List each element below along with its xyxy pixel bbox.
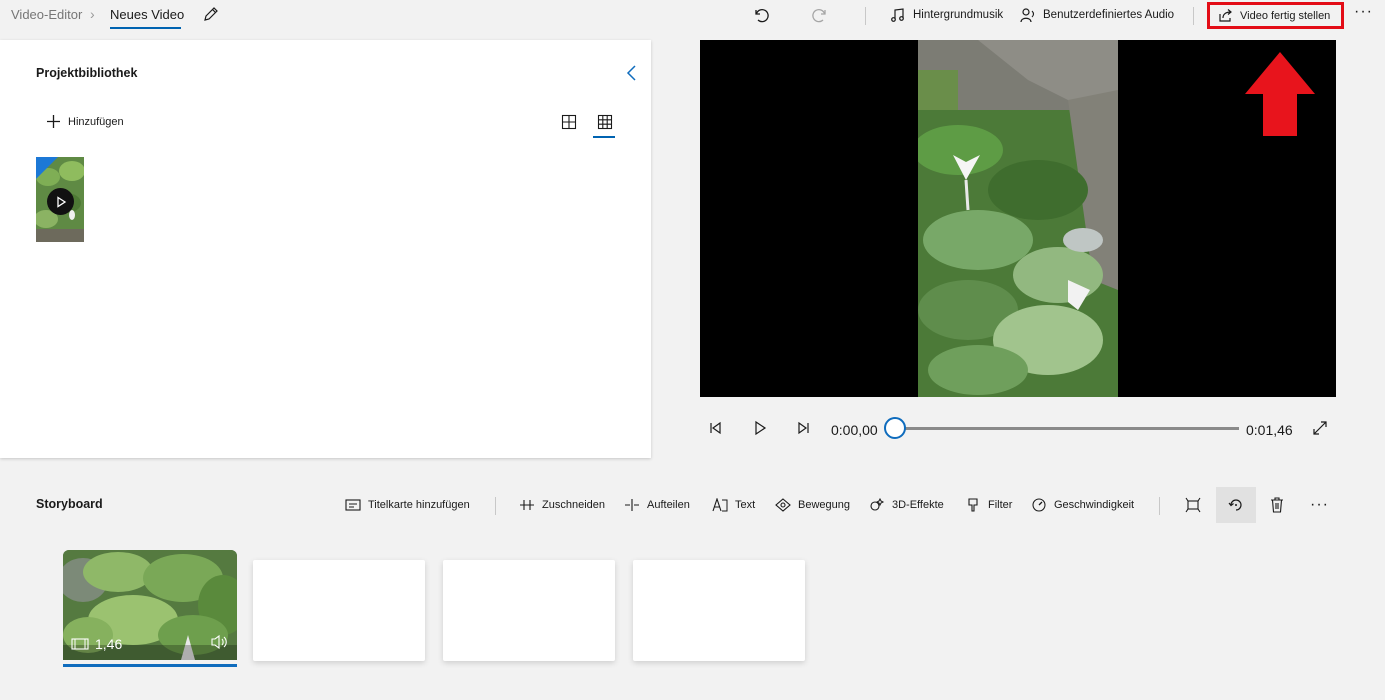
storyboard-more-button[interactable]: ··· xyxy=(1310,496,1329,514)
share-icon xyxy=(1219,9,1232,22)
video-frame-image xyxy=(918,40,1118,397)
undo-icon[interactable] xyxy=(751,6,769,24)
breadcrumb-separator: › xyxy=(90,6,95,22)
large-grid-icon[interactable] xyxy=(561,114,577,130)
current-time: 0:00,00 xyxy=(831,422,878,438)
text-label: Text xyxy=(735,499,756,511)
small-grid-icon[interactable] xyxy=(597,114,613,130)
storyboard-divider xyxy=(1159,497,1160,515)
video-frame xyxy=(918,40,1118,397)
3d-effects-button[interactable]: 3D-Effekte xyxy=(869,497,944,513)
motion-label: Bewegung xyxy=(798,499,850,511)
split-button[interactable]: Aufteilen xyxy=(624,497,690,513)
redo-icon[interactable] xyxy=(812,6,830,24)
filter-label: Filter xyxy=(988,499,1013,511)
person-audio-icon xyxy=(1020,8,1035,23)
breadcrumb-current[interactable]: Neues Video xyxy=(110,7,184,22)
clip-duration-text: 1,46 xyxy=(95,636,123,652)
added-corner-marker xyxy=(36,157,58,179)
trim-button[interactable]: Zuschneiden xyxy=(519,497,605,513)
play-icon[interactable] xyxy=(752,420,768,436)
speed-icon xyxy=(1032,498,1046,512)
total-time: 0:01,46 xyxy=(1246,422,1293,438)
project-library-panel: Projektbibliothek Hinzufügen xyxy=(0,40,651,458)
split-label: Aufteilen xyxy=(647,499,690,511)
add-title-card-button[interactable]: Titelkarte hinzufügen xyxy=(345,497,470,513)
custom-audio-label: Benutzerdefiniertes Audio xyxy=(1043,9,1175,21)
seek-track[interactable] xyxy=(895,427,1239,430)
motion-icon xyxy=(775,498,791,512)
rotate-icon[interactable] xyxy=(1228,497,1244,513)
music-note-icon xyxy=(891,8,904,22)
pencil-icon[interactable] xyxy=(202,5,220,23)
finish-video-label: Video fertig stellen xyxy=(1240,9,1331,22)
top-bar: Video-Editor › Neues Video Hintergrundmu… xyxy=(0,0,1385,32)
3d-effects-label: 3D-Effekte xyxy=(892,499,944,511)
filter-button[interactable]: Filter xyxy=(965,497,1012,513)
trim-icon xyxy=(520,500,534,510)
3d-effects-icon xyxy=(870,498,885,511)
next-frame-icon[interactable] xyxy=(795,420,811,436)
trim-label: Zuschneiden xyxy=(542,499,605,511)
empty-storyboard-slot[interactable] xyxy=(633,560,805,661)
resize-icon[interactable] xyxy=(1185,497,1201,513)
play-overlay-button[interactable] xyxy=(47,188,74,215)
empty-storyboard-slot[interactable] xyxy=(443,560,615,661)
add-title-card-label: Titelkarte hinzufügen xyxy=(368,499,470,511)
background-music-button[interactable]: Hintergrundmusik xyxy=(890,5,1003,25)
split-icon xyxy=(625,499,639,511)
filter-icon xyxy=(968,498,978,512)
plus-icon xyxy=(47,115,60,128)
speed-button[interactable]: Geschwindigkeit xyxy=(1031,497,1134,513)
breadcrumb-underline xyxy=(110,27,181,29)
storyboard-divider xyxy=(495,497,496,515)
library-video-thumbnail[interactable] xyxy=(36,157,84,242)
motion-button[interactable]: Bewegung xyxy=(775,497,850,513)
clip-selected-indicator xyxy=(63,664,237,667)
chevron-left-icon[interactable] xyxy=(625,64,639,82)
finish-video-button[interactable]: Video fertig stellen xyxy=(1207,2,1344,29)
library-title: Projektbibliothek xyxy=(36,66,138,80)
speed-label: Geschwindigkeit xyxy=(1054,499,1135,511)
title-card-icon xyxy=(345,499,361,511)
storyboard-clip[interactable]: 1,46 xyxy=(63,550,237,660)
toolbar-divider xyxy=(865,7,866,25)
volume-icon[interactable] xyxy=(210,634,228,650)
add-media-button[interactable]: Hinzufügen xyxy=(46,114,124,129)
more-options-button[interactable]: ··· xyxy=(1354,3,1373,21)
play-icon xyxy=(56,195,66,208)
add-media-label: Hinzufügen xyxy=(68,115,124,128)
seek-knob[interactable] xyxy=(884,417,906,439)
fullscreen-icon[interactable] xyxy=(1312,420,1328,436)
custom-audio-button[interactable]: Benutzerdefiniertes Audio xyxy=(1020,5,1174,25)
clip-duration: 1,46 xyxy=(71,636,122,652)
background-music-label: Hintergrundmusik xyxy=(913,9,1004,21)
text-button[interactable]: Text xyxy=(712,497,755,513)
view-selected-indicator xyxy=(593,136,615,138)
breadcrumb-root[interactable]: Video-Editor xyxy=(11,7,82,22)
red-arrow-annotation xyxy=(1245,52,1315,136)
toolbar-divider xyxy=(1193,7,1194,25)
storyboard-title: Storyboard xyxy=(36,497,103,511)
video-preview xyxy=(700,40,1336,397)
delete-icon[interactable] xyxy=(1269,497,1285,513)
empty-storyboard-slot[interactable] xyxy=(253,560,425,661)
previous-frame-icon[interactable] xyxy=(708,420,724,436)
text-icon xyxy=(712,498,728,512)
film-icon xyxy=(71,638,89,650)
